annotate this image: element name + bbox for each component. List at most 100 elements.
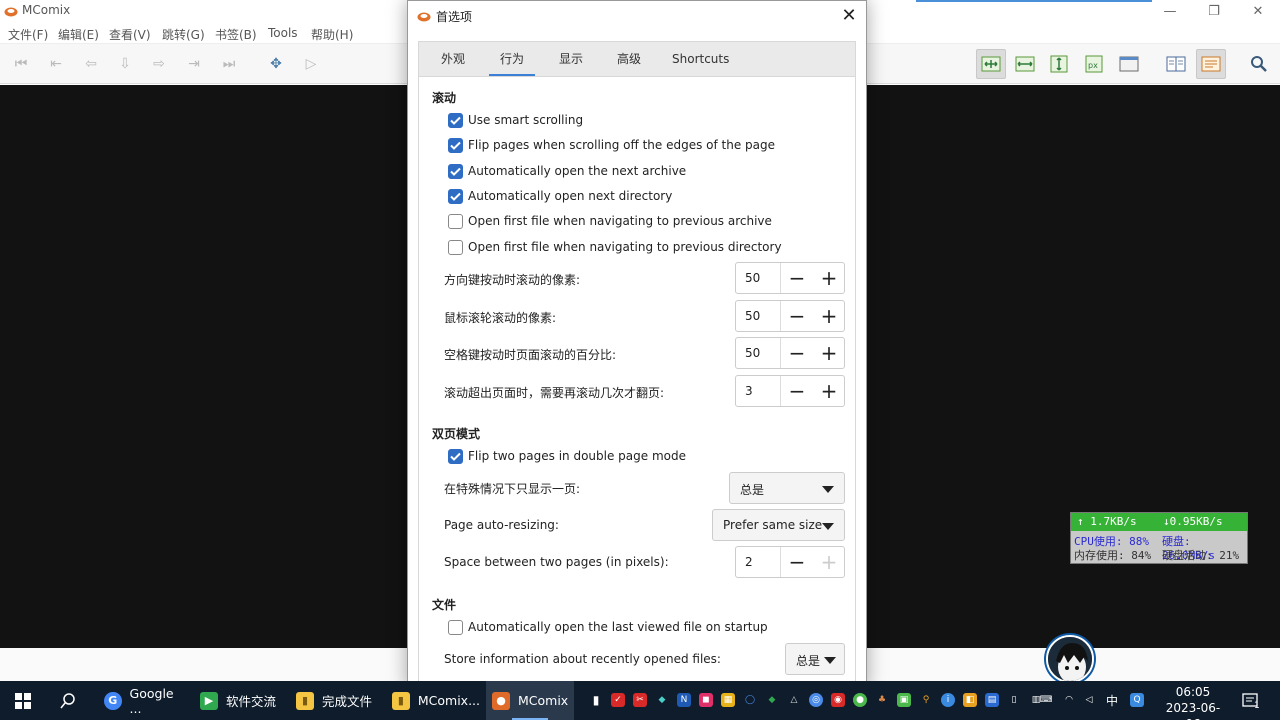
key-icon[interactable]: ⚲ xyxy=(919,693,933,707)
increment-button[interactable]: + xyxy=(813,301,845,331)
menu-help[interactable]: 帮助(H) xyxy=(311,26,353,43)
pink-app-icon[interactable]: ◼ xyxy=(699,693,713,707)
tab-appearance[interactable]: 外观 xyxy=(437,42,469,76)
move-icon[interactable]: ✥ xyxy=(265,53,287,75)
checkbox-box[interactable] xyxy=(448,137,463,153)
prev-ten-icon[interactable]: ⇩ xyxy=(114,53,136,75)
dialog-close-button[interactable]: ✕ xyxy=(838,4,860,26)
checkbox-flip-pages-scroll[interactable]: Flip pages when scrolling off the edges … xyxy=(448,135,775,155)
spinner-arrow-key-pixels[interactable]: 50 − + xyxy=(735,262,845,294)
checkbox-box[interactable] xyxy=(448,188,463,204)
fit-page-icon[interactable] xyxy=(1118,53,1140,75)
blue-app-icon[interactable]: ◎ xyxy=(809,693,823,707)
decrement-button[interactable]: − xyxy=(781,338,813,368)
taskbar-app-folder-mcomix[interactable]: ▮ MComix... xyxy=(388,681,480,720)
spinner-value[interactable]: 2 xyxy=(745,555,753,569)
spinner-wheel-pixels[interactable]: 50 − + xyxy=(735,300,845,332)
prev-page-icon[interactable]: ⇦ xyxy=(80,53,102,75)
grid-app-icon[interactable]: ▦ xyxy=(721,693,735,707)
spinner-scroll-flip-count[interactable]: 3 − + xyxy=(735,375,845,407)
note-app-icon[interactable]: N xyxy=(677,693,691,707)
triangle-app-icon[interactable]: △ xyxy=(787,693,801,707)
info-app-icon[interactable]: i xyxy=(941,693,955,707)
dropdown-store-recent-files[interactable]: 总是 xyxy=(785,643,845,675)
wifi-icon[interactable]: ◠ xyxy=(1062,693,1076,707)
checkbox-box[interactable] xyxy=(448,619,463,635)
menu-file[interactable]: 文件(F) xyxy=(8,26,48,43)
scissors-icon[interactable]: ✂ xyxy=(633,693,647,707)
manga-mode-icon[interactable] xyxy=(1196,49,1226,79)
fit-best-icon[interactable] xyxy=(976,49,1006,79)
taskbar-app-folder-done[interactable]: ▮ 完成文件 xyxy=(292,681,380,720)
checkbox-box[interactable] xyxy=(448,213,463,229)
menu-edit[interactable]: 编辑(E) xyxy=(58,26,99,43)
last-archive-icon[interactable]: ⏭ xyxy=(218,53,240,75)
shield-icon[interactable]: ◆ xyxy=(655,693,669,707)
tab-behavior[interactable]: 行为 xyxy=(489,42,535,76)
ime-indicator[interactable]: 中 xyxy=(1104,693,1120,708)
next-page-icon[interactable]: ⇨ xyxy=(148,53,170,75)
menu-tools[interactable]: Tools xyxy=(268,26,298,40)
decrement-button[interactable]: − xyxy=(781,547,813,577)
menu-view[interactable]: 查看(V) xyxy=(109,26,151,43)
audio-bars-icon[interactable]: ▮ xyxy=(589,693,603,707)
checkbox-open-first-prev-directory[interactable]: Open first file when navigating to previ… xyxy=(448,237,782,257)
taskbar-app-chrome[interactable]: G Google ... xyxy=(100,681,188,720)
checkbox-box[interactable] xyxy=(448,448,463,464)
checkbox-box[interactable] xyxy=(448,239,463,255)
volume-icon[interactable]: ◁ xyxy=(1082,693,1096,707)
last-page-icon[interactable]: ⇥ xyxy=(183,53,205,75)
fit-width-icon[interactable] xyxy=(1014,53,1036,75)
decrement-button[interactable]: − xyxy=(781,263,813,293)
windows-start-icon[interactable] xyxy=(12,690,34,712)
q-app-icon[interactable]: Q xyxy=(1130,693,1144,707)
spinner-space-between-pages[interactable]: 2 − + xyxy=(735,546,845,578)
taskbar-clock[interactable]: 06:05 2023-06-06 xyxy=(1160,684,1226,720)
floating-avatar[interactable] xyxy=(1046,635,1094,683)
menu-bookmarks[interactable]: 书签(B) xyxy=(215,26,257,43)
tab-display[interactable]: 显示 xyxy=(555,42,587,76)
notification-icon[interactable] xyxy=(1238,690,1264,712)
increment-button[interactable]: + xyxy=(813,338,845,368)
fit-height-icon[interactable] xyxy=(1048,53,1070,75)
red-square-icon[interactable]: ◉ xyxy=(831,693,845,707)
zoom-icon[interactable] xyxy=(1248,53,1270,75)
dropdown-single-page-condition[interactable]: 总是 xyxy=(729,472,845,504)
decrement-button[interactable]: − xyxy=(781,376,813,406)
taskbar-app-mcomix[interactable]: ● MComix xyxy=(486,681,574,720)
tab-shortcuts[interactable]: Shortcuts xyxy=(668,42,733,76)
spinner-value[interactable]: 50 xyxy=(745,309,760,323)
slideshow-icon[interactable]: ▷ xyxy=(300,53,322,75)
fit-manual-icon[interactable]: px xyxy=(1083,53,1105,75)
spinner-value[interactable]: 50 xyxy=(745,271,760,285)
search-icon[interactable] xyxy=(57,690,79,712)
tab-advanced[interactable]: 高级 xyxy=(613,42,645,76)
dropdown-page-auto-resizing[interactable]: Prefer same size xyxy=(712,509,845,541)
taskbar-app-software[interactable]: ▶ 软件交流 xyxy=(196,681,284,720)
checkbox-open-first-prev-archive[interactable]: Open first file when navigating to previ… xyxy=(448,211,772,231)
restore-button[interactable]: ❐ xyxy=(1192,0,1236,22)
checkbox-box[interactable] xyxy=(448,112,463,128)
red-app-icon[interactable]: ✓ xyxy=(611,693,625,707)
picture-app-icon[interactable]: ▤ xyxy=(985,693,999,707)
first-archive-icon[interactable]: ⏮ xyxy=(10,53,32,75)
checkbox-open-next-directory[interactable]: Automatically open next directory xyxy=(448,186,672,206)
usb-icon[interactable]: ▯ xyxy=(1007,693,1021,707)
increment-button[interactable]: + xyxy=(813,263,845,293)
translate-icon[interactable]: ⌨ xyxy=(1039,693,1053,707)
checkbox-flip-two-pages[interactable]: Flip two pages in double page mode xyxy=(448,446,686,466)
checkbox-open-next-archive[interactable]: Automatically open the next archive xyxy=(448,161,686,181)
decrement-button[interactable]: − xyxy=(781,301,813,331)
green-square-icon[interactable]: ▣ xyxy=(897,693,911,707)
checkbox-box[interactable] xyxy=(448,163,463,179)
checkbox-smart-scrolling[interactable]: Use smart scrolling xyxy=(448,110,583,130)
orange-app-icon[interactable]: ◧ xyxy=(963,693,977,707)
green-circle-icon[interactable]: ● xyxy=(853,693,867,707)
circle-app-icon[interactable]: ◯ xyxy=(743,693,757,707)
menu-go[interactable]: 跳转(G) xyxy=(162,26,205,43)
minimize-button[interactable]: — xyxy=(1148,0,1192,22)
double-page-icon[interactable] xyxy=(1165,53,1187,75)
arrow-app-icon[interactable]: ◆ xyxy=(765,693,779,707)
spinner-space-key-percent[interactable]: 50 − + xyxy=(735,337,845,369)
first-page-icon[interactable]: ⇤ xyxy=(45,53,67,75)
